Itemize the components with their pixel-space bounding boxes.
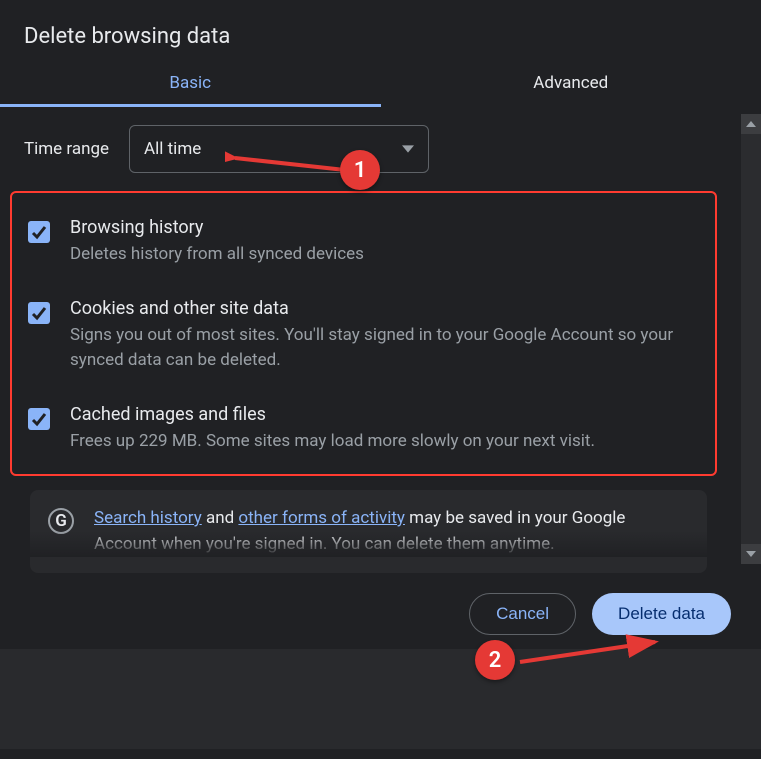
- annotation-highlight-box: Browsing history Deletes history from al…: [10, 191, 717, 476]
- tab-basic[interactable]: Basic: [0, 59, 381, 107]
- google-info-box: G Search history and other forms of acti…: [30, 490, 707, 573]
- option-title: Browsing history: [70, 217, 701, 238]
- option-title: Cookies and other site data: [70, 298, 701, 319]
- delete-data-button[interactable]: Delete data: [592, 593, 731, 635]
- link-other-activity[interactable]: other forms of activity: [238, 508, 405, 528]
- time-range-value: All time: [144, 139, 201, 159]
- time-range-row: Time range All time: [0, 107, 731, 191]
- checkbox-cookies[interactable]: [28, 302, 50, 324]
- backdrop-strip: [0, 649, 761, 749]
- chevron-down-icon: [402, 140, 414, 159]
- link-search-history[interactable]: Search history: [94, 508, 202, 528]
- option-cache: Cached images and files Frees up 229 MB.…: [22, 394, 705, 461]
- tabs: Basic Advanced: [0, 59, 761, 107]
- tab-advanced[interactable]: Advanced: [381, 59, 761, 107]
- time-range-label: Time range: [24, 139, 109, 159]
- scroll-up-button[interactable]: [741, 114, 761, 134]
- cancel-button[interactable]: Cancel: [469, 593, 576, 635]
- scroll-down-button[interactable]: [741, 544, 761, 564]
- checkbox-cache[interactable]: [28, 408, 50, 430]
- google-logo-icon: G: [48, 508, 74, 534]
- option-desc: Signs you out of most sites. You'll stay…: [70, 323, 701, 374]
- option-browsing-history: Browsing history Deletes history from al…: [22, 207, 705, 288]
- scrollbar[interactable]: [741, 114, 761, 564]
- option-desc: Deletes history from all synced devices: [70, 242, 701, 268]
- dialog-title: Delete browsing data: [24, 24, 737, 49]
- info-text: Search history and other forms of activi…: [94, 506, 689, 557]
- option-cookies: Cookies and other site data Signs you ou…: [22, 288, 705, 394]
- time-range-dropdown[interactable]: All time: [129, 125, 429, 173]
- option-desc: Frees up 229 MB. Some sites may load mor…: [70, 429, 701, 455]
- checkbox-browsing-history[interactable]: [28, 221, 50, 243]
- dialog-header: Delete browsing data: [0, 0, 761, 59]
- option-title: Cached images and files: [70, 404, 701, 425]
